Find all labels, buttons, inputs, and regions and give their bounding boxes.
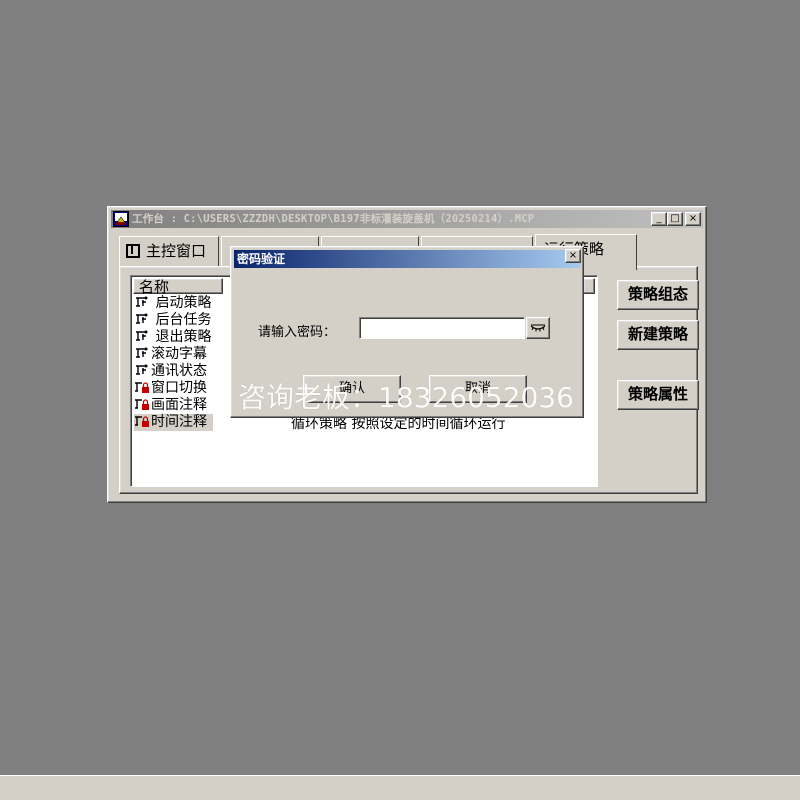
taskbar: [0, 775, 800, 800]
app-icon: [113, 211, 129, 227]
maximize-button[interactable]: □: [667, 212, 683, 226]
tab-label: 主控窗口: [146, 242, 207, 260]
watermark-overlay: 咨询老板：18326052036: [238, 381, 574, 414]
show-password-button[interactable]: [526, 317, 550, 339]
policy-properties-button[interactable]: 策略属性: [617, 380, 699, 410]
list-item[interactable]: 画面注释: [134, 397, 207, 414]
window-title-bar[interactable]: 工作台 : C:\USERS\ZZZDH\DESKTOP\B197非标灌装旋盖机…: [111, 210, 703, 228]
window-title: 工作台 : C:\USERS\ZZZDH\DESKTOP\B197非标灌装旋盖机…: [132, 213, 535, 225]
policy-icon: [136, 347, 148, 358]
policy-icon: [136, 364, 148, 375]
locked-policy-icon: [135, 399, 149, 410]
new-policy-button[interactable]: 新建策略: [617, 320, 699, 350]
list-item-selected[interactable]: 时间注释: [134, 414, 213, 431]
list-item[interactable]: 启动策略: [134, 295, 211, 312]
dialog-close-button[interactable]: ×: [565, 249, 581, 263]
close-button[interactable]: ×: [685, 212, 701, 226]
list-item[interactable]: 窗口切换: [134, 380, 207, 397]
dialog-title-bar[interactable]: 密码验证: [234, 250, 580, 268]
list-item[interactable]: 滚动字幕: [134, 346, 207, 363]
dialog-title: 密码验证: [237, 252, 286, 266]
column-header-name[interactable]: 名称: [133, 278, 223, 295]
eye-icon: [530, 324, 546, 332]
policy-component-button[interactable]: 策略组态: [617, 280, 699, 310]
window-icon: [126, 244, 140, 258]
minimize-button[interactable]: _: [651, 212, 667, 226]
list-item[interactable]: 通讯状态: [134, 363, 207, 380]
locked-policy-icon: [135, 382, 149, 393]
locked-policy-icon: [135, 416, 149, 427]
password-label: 请输入密码：: [258, 325, 337, 340]
policy-icon: [136, 296, 148, 307]
column-header-type[interactable]: [583, 278, 595, 294]
tab-main-window[interactable]: 主控窗口: [119, 236, 219, 266]
policy-icon: [136, 330, 148, 341]
policy-icon: [136, 313, 148, 324]
list-item[interactable]: 退出策略: [134, 329, 211, 346]
password-input[interactable]: [359, 317, 525, 339]
list-item[interactable]: 后台任务: [134, 312, 211, 329]
